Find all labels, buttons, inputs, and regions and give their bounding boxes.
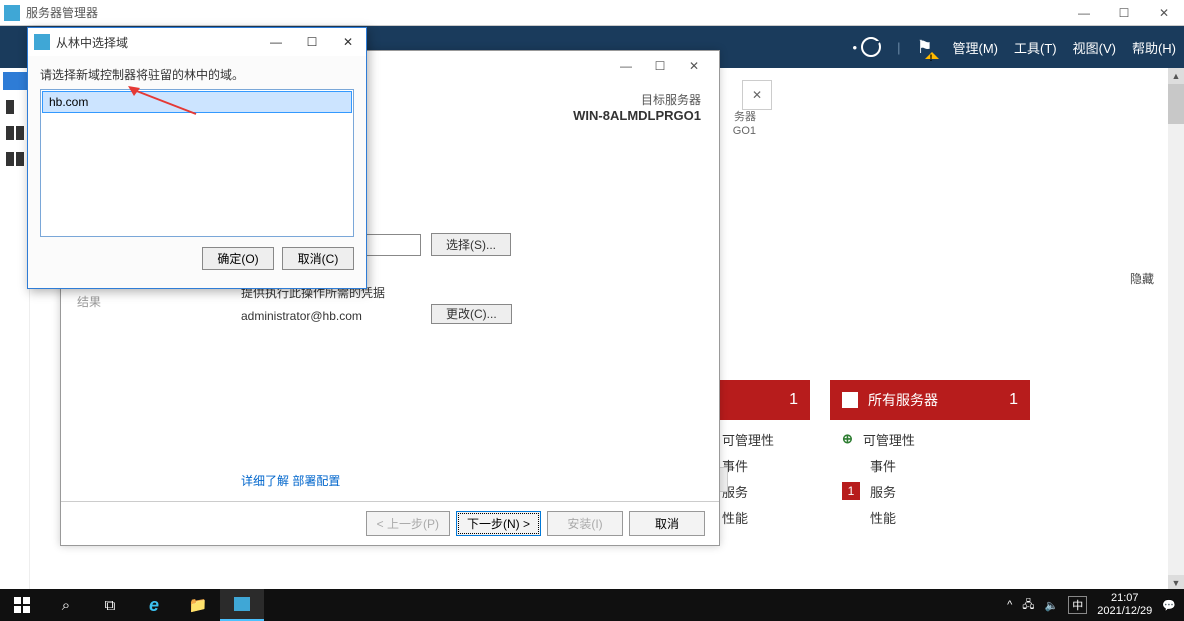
menu-help[interactable]: 帮助(H) [1132, 38, 1176, 57]
all-servers-header: 所有服务器 1 [830, 380, 1030, 420]
main-titlebar: 服务器管理器 — ☐ ✕ [0, 0, 1184, 26]
tile-row-manageability[interactable]: ⊕可管理性 [830, 426, 1030, 452]
wizard-prev-button[interactable]: < 上一步(P) [366, 511, 450, 536]
dialog-minimize-button[interactable]: — [258, 29, 294, 55]
task-view-button[interactable]: ⧉ [88, 589, 132, 621]
main-title: 服务器管理器 [26, 4, 98, 21]
tile-row-services[interactable]: 1服务 [830, 478, 1030, 504]
wizard-install-button[interactable]: 安装(I) [547, 511, 623, 536]
dialog-maximize-button[interactable]: ☐ [294, 29, 330, 55]
panel-close-button[interactable]: ✕ [742, 80, 772, 110]
menu-view[interactable]: 视图(V) [1073, 38, 1116, 57]
dialog-ok-button[interactable]: 确定(O) [202, 247, 274, 270]
tile-row-performance[interactable]: 性能 [830, 504, 1030, 530]
all-servers-title: 所有服务器 [868, 390, 938, 410]
app-icon [4, 5, 20, 21]
refresh-icon [861, 37, 881, 57]
tile-row-events[interactable]: 事件 [830, 452, 1030, 478]
domain-list-item[interactable]: hb.com [42, 91, 352, 113]
status-error-badge: 1 [842, 482, 860, 500]
all-servers-count: 1 [1009, 391, 1018, 409]
dialog-icon [34, 34, 50, 50]
action-center-button[interactable]: 💬 [1162, 599, 1176, 612]
tray-network-icon[interactable]: 🖧 [1022, 596, 1034, 615]
server-manager-taskbar-button[interactable] [220, 589, 264, 621]
dialog-close-button[interactable]: ✕ [330, 29, 366, 55]
dialog-title: 从林中选择域 [56, 34, 128, 51]
notifications-flag-icon[interactable] [917, 37, 937, 57]
tray-ime-indicator[interactable]: 中 [1068, 596, 1087, 614]
role-count: 1 [789, 391, 798, 409]
main-minimize-button[interactable]: — [1064, 0, 1104, 26]
dialog-cancel-button[interactable]: 取消(C) [282, 247, 354, 270]
system-tray: ^ 🖧 🔈 中 21:07 2021/12/29 💬 [1007, 592, 1184, 618]
ie-button[interactable]: e [132, 589, 176, 621]
wizard-footer: < 上一步(P) 下一步(N) > 安装(I) 取消 [61, 501, 719, 545]
tray-chevron-icon[interactable]: ^ [1007, 599, 1012, 611]
role-tile-header: 1 [710, 380, 810, 420]
wizard-maximize-button[interactable]: ☐ [643, 52, 677, 80]
wizard-next-button[interactable]: 下一步(N) > [456, 511, 541, 536]
domain-list[interactable]: hb.com [40, 89, 354, 237]
wizard-cancel-button[interactable]: 取消 [629, 511, 705, 536]
target-server-info: 目标服务器 WIN-8ALMDLPRGO1 [573, 91, 701, 123]
wizard-minimize-button[interactable]: — [609, 52, 643, 80]
taskbar-clock[interactable]: 21:07 2021/12/29 [1097, 592, 1152, 618]
taskbar: ⌕ ⧉ e 📁 ^ 🖧 🔈 中 21:07 2021/12/29 💬 [0, 589, 1184, 621]
status-ok-icon: ⊕ [842, 431, 853, 447]
main-close-button[interactable]: ✕ [1144, 0, 1184, 26]
explorer-button[interactable]: 📁 [176, 589, 220, 621]
change-credentials-button[interactable]: 更改(C)... [431, 304, 512, 324]
tray-volume-icon[interactable]: 🔈 [1045, 599, 1059, 612]
dialog-titlebar: 从林中选择域 — ☐ ✕ [28, 28, 366, 56]
scroll-thumb[interactable] [1168, 84, 1184, 124]
select-domain-dialog: 从林中选择域 — ☐ ✕ 请选择新域控制器将驻留的林中的域。 hb.com 确定… [27, 27, 367, 289]
role-tile[interactable]: 1 可管理性 事件 服务 性能 [710, 380, 810, 536]
select-domain-button[interactable]: 选择(S)... [431, 233, 511, 256]
sidebar-results: 结果 [77, 291, 101, 313]
wizard-close-button[interactable]: ✕ [677, 52, 711, 80]
refresh-dropdown[interactable]: • [853, 37, 882, 57]
all-servers-tile[interactable]: 所有服务器 1 ⊕可管理性 事件 1服务 性能 [830, 380, 1030, 536]
nav-local-icon[interactable] [6, 100, 14, 114]
nav-role-icon[interactable] [6, 152, 14, 166]
vertical-scrollbar[interactable]: ▲ ▼ [1168, 68, 1184, 591]
dialog-prompt: 请选择新域控制器将驻留的林中的域。 [28, 56, 366, 89]
start-button[interactable] [0, 589, 44, 621]
left-nav-strip [0, 68, 30, 591]
servers-icon [842, 392, 858, 408]
nav-all-icon[interactable] [6, 126, 14, 140]
warning-icon [925, 45, 939, 59]
learn-more-link[interactable]: 详细了解 部署配置 [241, 472, 340, 489]
main-maximize-button[interactable]: ☐ [1104, 0, 1144, 26]
hide-link[interactable]: 隐藏 [1130, 270, 1154, 287]
scroll-up-button[interactable]: ▲ [1168, 68, 1184, 84]
search-button[interactable]: ⌕ [44, 589, 88, 621]
nav-dashboard-icon[interactable] [3, 72, 27, 90]
menu-tools[interactable]: 工具(T) [1014, 38, 1057, 57]
menu-manage[interactable]: 管理(M) [953, 38, 999, 57]
